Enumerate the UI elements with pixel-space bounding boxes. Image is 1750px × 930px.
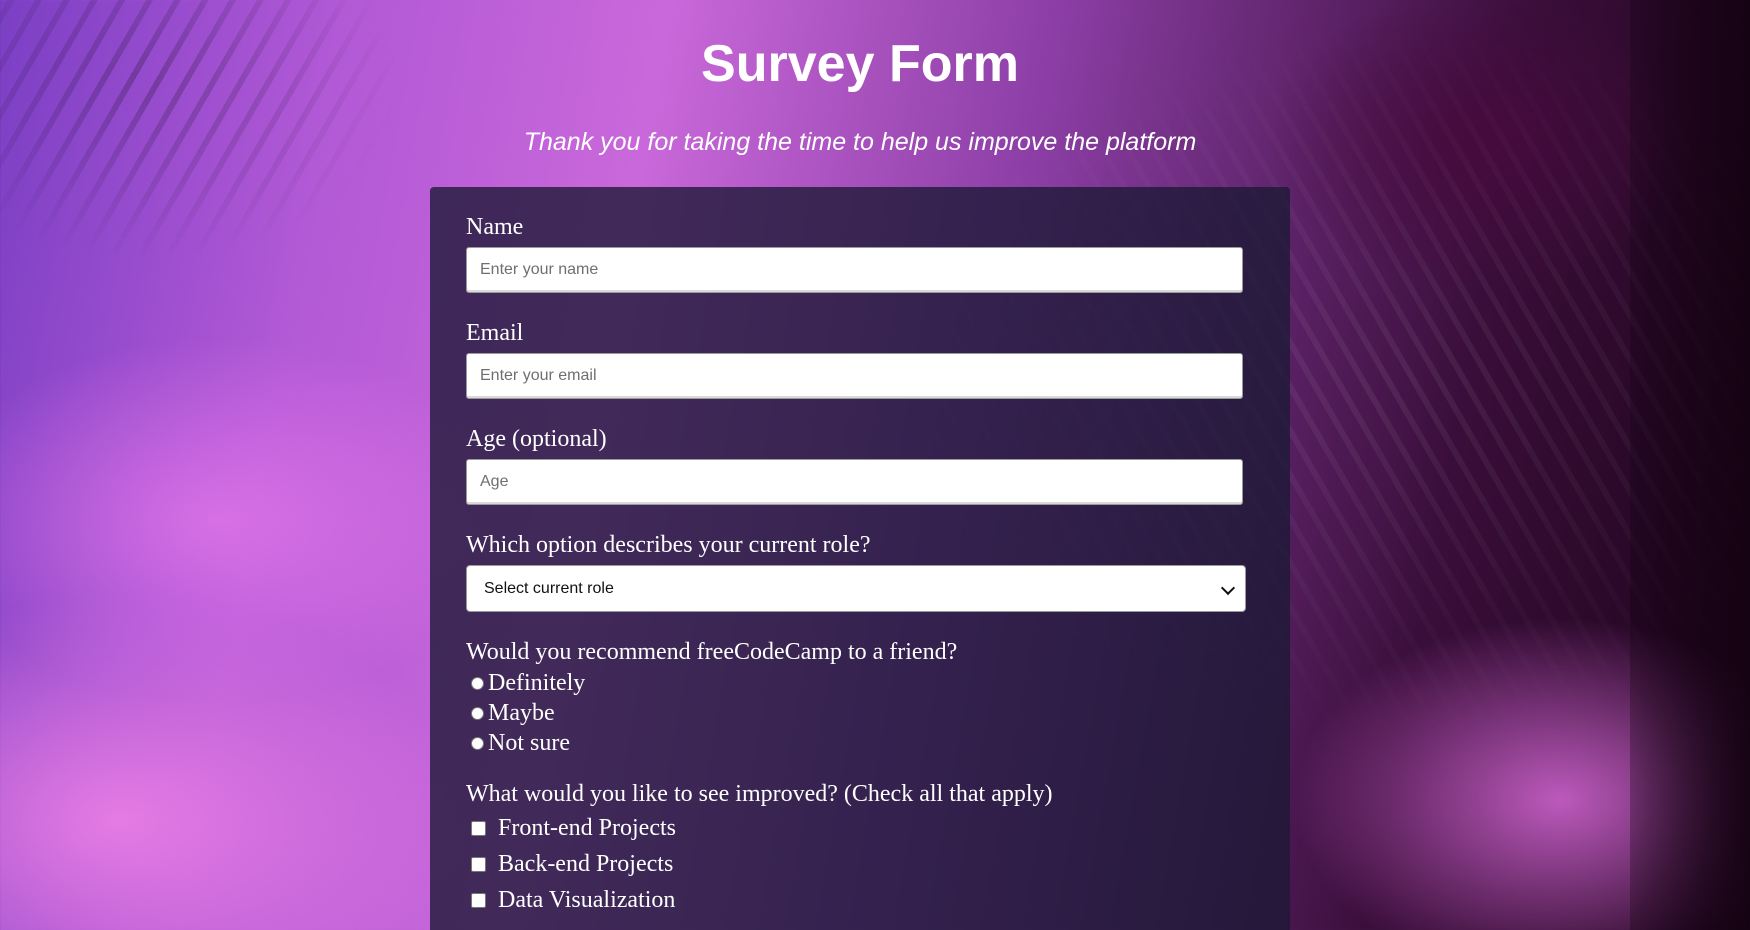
radio-option-definitely[interactable]: Definitely (466, 668, 1254, 698)
name-group: Name (466, 213, 1254, 293)
email-label: Email (466, 320, 524, 346)
survey-form: Name Email Age (optional) Which option d… (430, 187, 1290, 930)
checkbox-option-front-end[interactable]: Front-end Projects (466, 810, 1254, 846)
age-group: Age (optional) (466, 425, 1254, 505)
chevron-down-icon (1220, 580, 1236, 596)
recommend-label: Would you recommend freeCodeCamp to a fr… (466, 639, 958, 665)
radio-button[interactable] (471, 736, 484, 750)
checkbox[interactable] (471, 892, 486, 908)
age-input[interactable] (466, 459, 1243, 505)
radio-label: Maybe (488, 699, 555, 726)
name-input[interactable] (466, 247, 1243, 293)
checkbox[interactable] (471, 820, 486, 836)
improve-label: What would you like to see improved? (Ch… (466, 781, 1053, 807)
checkbox-label: Front-end Projects (498, 814, 676, 841)
checkbox-option-data-visualization[interactable]: Data Visualization (466, 882, 1254, 918)
email-input[interactable] (466, 353, 1243, 399)
page-description: Thank you for taking the time to help us… (523, 128, 1197, 156)
role-label: Which option describes your current role… (466, 532, 871, 558)
page-title: Survey Form (701, 35, 1019, 93)
checkbox-option-back-end[interactable]: Back-end Projects (466, 846, 1254, 882)
radio-label: Not sure (488, 729, 570, 756)
radio-label: Definitely (488, 669, 586, 696)
age-label: Age (optional) (466, 426, 607, 452)
checkbox[interactable] (471, 856, 486, 872)
radio-option-not-sure[interactable]: Not sure (466, 728, 1254, 758)
radio-option-maybe[interactable]: Maybe (466, 698, 1254, 728)
improve-group: What would you like to see improved? (Ch… (466, 780, 1254, 918)
name-label: Name (466, 214, 524, 240)
checkbox-label: Data Visualization (498, 886, 676, 913)
role-dropdown-value: Select current role (484, 580, 614, 597)
role-dropdown[interactable]: Select current role (466, 565, 1246, 612)
recommend-group: Would you recommend freeCodeCamp to a fr… (466, 638, 1254, 758)
checkbox-label: Back-end Projects (498, 850, 674, 877)
radio-button[interactable] (471, 706, 484, 720)
email-group: Email (466, 319, 1254, 399)
radio-button[interactable] (471, 676, 484, 690)
role-group: Which option describes your current role… (466, 531, 1254, 612)
